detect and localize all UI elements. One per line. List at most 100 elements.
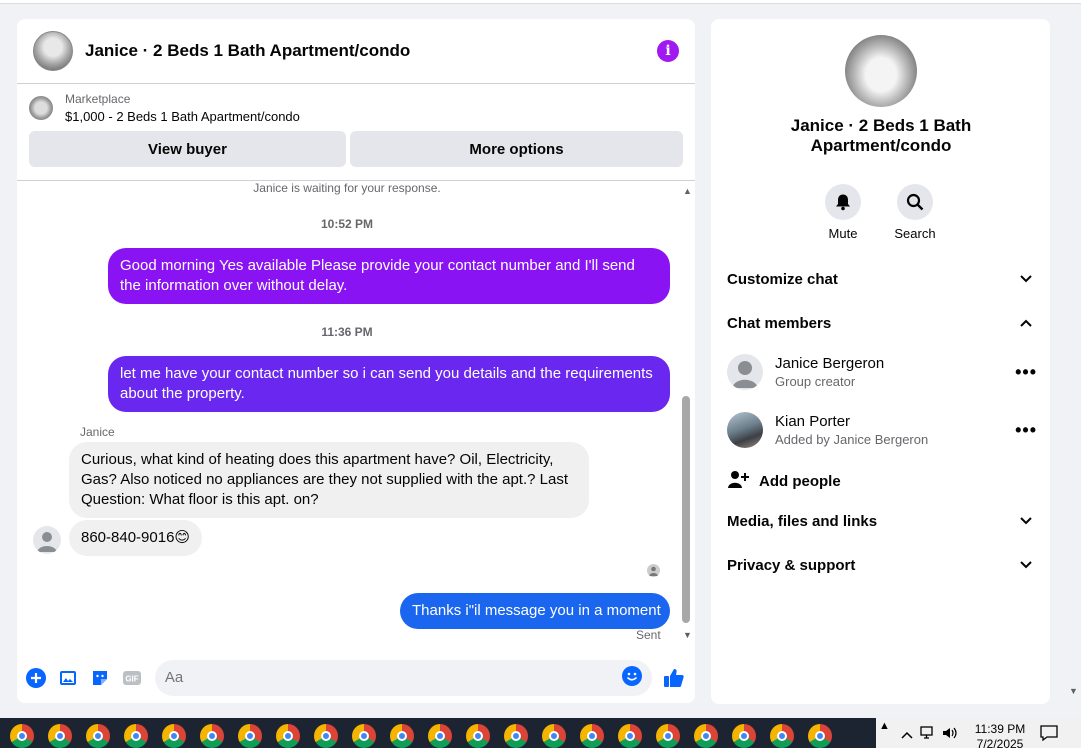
chat-title[interactable]: Janice · 2 Beds 1 Bath Apartment/condo [85, 41, 657, 61]
network-icon[interactable] [920, 726, 936, 745]
outgoing-message[interactable]: Good morning Yes available Please provid… [108, 248, 670, 304]
member-role: Added by Janice Bergeron [775, 432, 929, 447]
chrome-taskbar-icon[interactable] [10, 724, 34, 748]
search-button[interactable]: Search [885, 184, 945, 241]
timestamp: 11:36 PM [321, 325, 373, 339]
system-tray: ▲ 11:39 PM 7/2/2025 [876, 718, 1081, 748]
member-avatar[interactable] [727, 354, 763, 390]
message-list[interactable]: Janice is waiting for your response. 10:… [17, 181, 695, 652]
customize-chat-row[interactable]: Customize chat [727, 271, 1033, 288]
marketplace-banner: Marketplace $1,000 - 2 Beds 1 Bath Apart… [17, 84, 695, 181]
seen-avatar-icon [647, 564, 660, 577]
sidebar-title: Janice · 2 Beds 1 Bath Apartment/condo [790, 116, 972, 155]
search-icon[interactable] [897, 184, 933, 220]
member-row[interactable]: Janice Bergeron Group creator ••• [727, 354, 1037, 390]
message-status: Sent [636, 628, 661, 642]
chevron-down-icon [1019, 513, 1033, 530]
photo-icon[interactable] [57, 667, 79, 689]
tray-chevron-up-icon[interactable]: ▲ [879, 720, 890, 732]
mute-label: Mute [828, 226, 858, 241]
plus-circle-icon[interactable] [25, 667, 47, 689]
chrome-taskbar-icon[interactable] [48, 724, 72, 748]
chrome-taskbar-icon[interactable] [770, 724, 794, 748]
outgoing-message[interactable]: Thanks i"il message you in a moment [400, 593, 670, 629]
search-label: Search [894, 226, 936, 241]
marketplace-label: Marketplace [65, 92, 131, 106]
media-files-row[interactable]: Media, files and links [727, 513, 1033, 530]
page-scrollbar[interactable]: ▼ [1067, 0, 1081, 718]
chat-avatar[interactable] [33, 31, 73, 71]
chrome-taskbar-icon[interactable] [732, 724, 756, 748]
svg-text:GIF: GIF [125, 674, 138, 683]
taskbar-clock[interactable]: 11:39 PM 7/2/2025 [970, 722, 1030, 748]
mute-button[interactable]: Mute [813, 184, 873, 241]
sender-name: Janice [80, 425, 115, 439]
scroll-thumb[interactable] [682, 396, 690, 623]
outgoing-message[interactable]: let me have your contact number so i can… [108, 356, 670, 412]
browser-top-edge [0, 0, 1081, 4]
chat-members-row[interactable]: Chat members [727, 315, 1033, 332]
chrome-taskbar-icon[interactable] [428, 724, 452, 748]
more-options-button[interactable]: More options [350, 131, 683, 167]
chrome-taskbar-icon[interactable] [808, 724, 832, 748]
page-scroll-down-icon[interactable]: ▼ [1069, 686, 1078, 696]
thumbs-up-icon[interactable] [663, 667, 685, 689]
member-role: Group creator [775, 374, 856, 389]
chrome-taskbar-icon[interactable] [580, 724, 604, 748]
add-people-row[interactable]: Add people [727, 469, 1037, 494]
chrome-taskbar-icon[interactable] [314, 724, 338, 748]
chrome-taskbar-icon[interactable] [390, 724, 414, 748]
volume-icon[interactable] [942, 726, 958, 745]
message-scrollbar[interactable]: ▲ ▼ [680, 182, 692, 652]
sender-avatar[interactable] [33, 526, 61, 554]
listing-avatar[interactable] [845, 35, 917, 107]
chrome-taskbar-icon[interactable] [162, 724, 186, 748]
scroll-down-arrow-icon[interactable]: ▼ [683, 630, 692, 640]
listing-price[interactable]: $1,000 - 2 Beds 1 Bath Apartment/condo [65, 109, 300, 124]
listing-thumbnail[interactable] [29, 96, 53, 120]
waiting-note: Janice is waiting for your response. [253, 181, 441, 195]
more-icon[interactable]: ••• [1015, 362, 1037, 383]
chat-header: Janice · 2 Beds 1 Bath Apartment/condo i [17, 19, 695, 84]
chevron-down-icon [1019, 271, 1033, 288]
chrome-taskbar-icon[interactable] [86, 724, 110, 748]
chrome-taskbar-icon[interactable] [656, 724, 680, 748]
member-row[interactable]: Kian Porter Added by Janice Bergeron ••• [727, 412, 1037, 448]
incoming-message[interactable]: 860-840-9016😊 [69, 520, 203, 556]
more-icon[interactable]: ••• [1015, 420, 1037, 441]
sticker-icon[interactable] [89, 667, 111, 689]
chrome-taskbar-icon[interactable] [542, 724, 566, 748]
bell-icon[interactable] [825, 184, 861, 220]
message-input[interactable] [164, 669, 585, 686]
info-icon[interactable]: i [657, 40, 679, 62]
details-sidebar: Janice · 2 Beds 1 Bath Apartment/condo M… [711, 19, 1050, 704]
emoji-icon[interactable] [622, 665, 643, 690]
scroll-up-arrow-icon[interactable]: ▲ [683, 186, 692, 196]
clock-date: 7/2/2025 [976, 737, 1024, 748]
member-name: Kian Porter [775, 413, 851, 430]
smile-emoji: 😊 [174, 529, 191, 546]
incoming-message[interactable]: Curious, what kind of heating does this … [69, 442, 589, 518]
privacy-support-label: Privacy & support [727, 557, 856, 574]
chrome-taskbar-icon[interactable] [504, 724, 528, 748]
add-person-icon [727, 469, 749, 494]
chrome-taskbar-icon[interactable] [694, 724, 718, 748]
member-avatar[interactable] [727, 412, 763, 448]
chrome-taskbar-icon[interactable] [200, 724, 224, 748]
chrome-taskbar-icon[interactable] [352, 724, 376, 748]
view-buyer-button[interactable]: View buyer [29, 131, 346, 167]
gif-icon[interactable]: GIF [121, 667, 143, 689]
notification-icon[interactable] [1040, 725, 1058, 746]
message-input-box[interactable] [154, 659, 653, 696]
media-files-label: Media, files and links [727, 513, 878, 530]
privacy-support-row[interactable]: Privacy & support [727, 557, 1033, 574]
chat-members-label: Chat members [727, 315, 832, 332]
chrome-taskbar-icon[interactable] [618, 724, 642, 748]
chrome-taskbar-icon[interactable] [466, 724, 490, 748]
tray-expand-icon[interactable] [900, 727, 914, 745]
chat-panel: Janice · 2 Beds 1 Bath Apartment/condo i… [17, 19, 695, 703]
chrome-taskbar-icon[interactable] [276, 724, 300, 748]
chrome-taskbar-icon[interactable] [238, 724, 262, 748]
chrome-taskbar-icon[interactable] [124, 724, 148, 748]
phone-number-text: 860-840-9016 [81, 529, 175, 546]
